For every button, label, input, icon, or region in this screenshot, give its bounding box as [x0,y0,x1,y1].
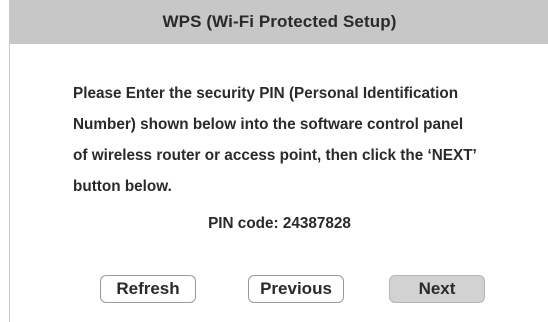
instruction-line: Number) shown below into the software co… [73,116,464,133]
instruction-line: button below. [73,178,172,195]
next-button[interactable]: Next [389,275,485,303]
instruction-text: Please Enter the security PIN (Personal … [73,78,533,202]
instruction-line: of wireless router or access point, then… [73,147,477,164]
refresh-button[interactable]: Refresh [100,275,196,303]
pin-code-text: PIN code: 24387828 [208,215,351,232]
dialog-title: WPS (Wi-Fi Protected Setup) [10,0,548,44]
instruction-line: Please Enter the security PIN (Personal … [73,85,459,102]
wps-dialog: WPS (Wi-Fi Protected Setup) Please Enter… [9,0,548,322]
previous-button[interactable]: Previous [248,275,344,303]
